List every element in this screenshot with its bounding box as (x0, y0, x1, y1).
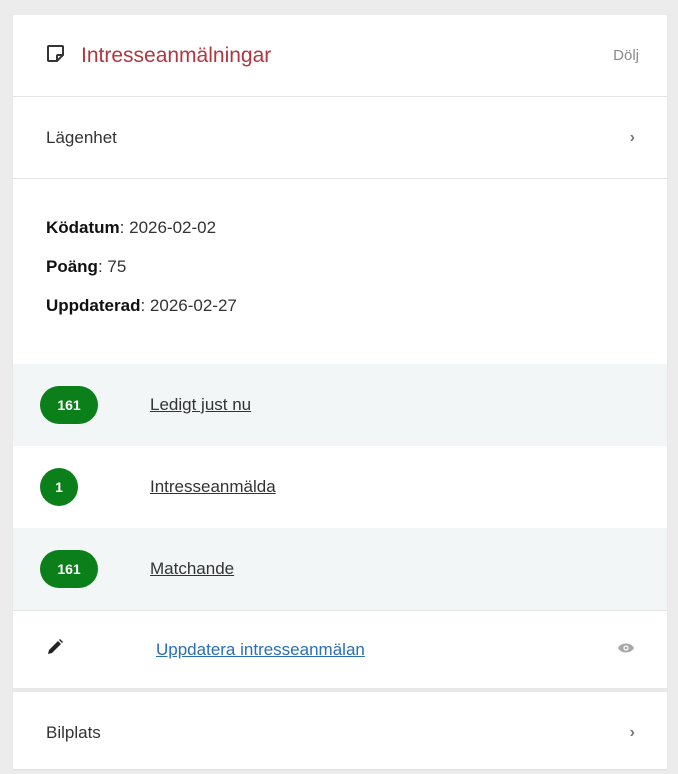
stat-available-now: 161 Ledigt just nu (13, 364, 667, 446)
parking-label: Bilplats (46, 723, 101, 742)
stat-matching: 161 Matchande (13, 528, 667, 610)
queue-info: Ködatum: 2026-02-02 Poäng: 75 Uppdaterad… (13, 179, 667, 364)
apartment-row[interactable]: Lägenhet › (13, 97, 667, 179)
pencil-icon (46, 638, 156, 661)
available-now-link[interactable]: Ledigt just nu (150, 395, 251, 415)
queue-date: Ködatum: 2026-02-02 (46, 218, 217, 237)
eye-icon[interactable] (617, 641, 635, 659)
stat-registered: 1 Intresseanmälda (13, 446, 667, 528)
update-interest-link[interactable]: Uppdatera intresseanmälan (156, 640, 617, 660)
chevron-right-icon: › (629, 724, 635, 741)
points: Poäng: 75 (46, 257, 127, 276)
matching-link[interactable]: Matchande (150, 559, 234, 579)
count-badge: 161 (40, 550, 98, 588)
count-badge: 1 (40, 468, 78, 506)
count-badge: 161 (40, 386, 98, 424)
page-title: Intresseanmälningar (81, 43, 272, 67)
note-icon (46, 44, 65, 68)
update-row: Uppdatera intresseanmälan (13, 610, 667, 692)
registered-link[interactable]: Intresseanmälda (150, 477, 276, 497)
chevron-right-icon: › (629, 128, 635, 146)
parking-row[interactable]: Bilplats › (13, 692, 667, 774)
interest-card: Intresseanmälningar Dölj Lägenhet › Köda… (13, 15, 667, 769)
card-header: Intresseanmälningar Dölj (13, 15, 667, 97)
updated-date: Uppdaterad: 2026-02-27 (46, 296, 237, 315)
apartment-label: Lägenhet (46, 127, 117, 147)
hide-button[interactable]: Dölj (613, 47, 639, 64)
